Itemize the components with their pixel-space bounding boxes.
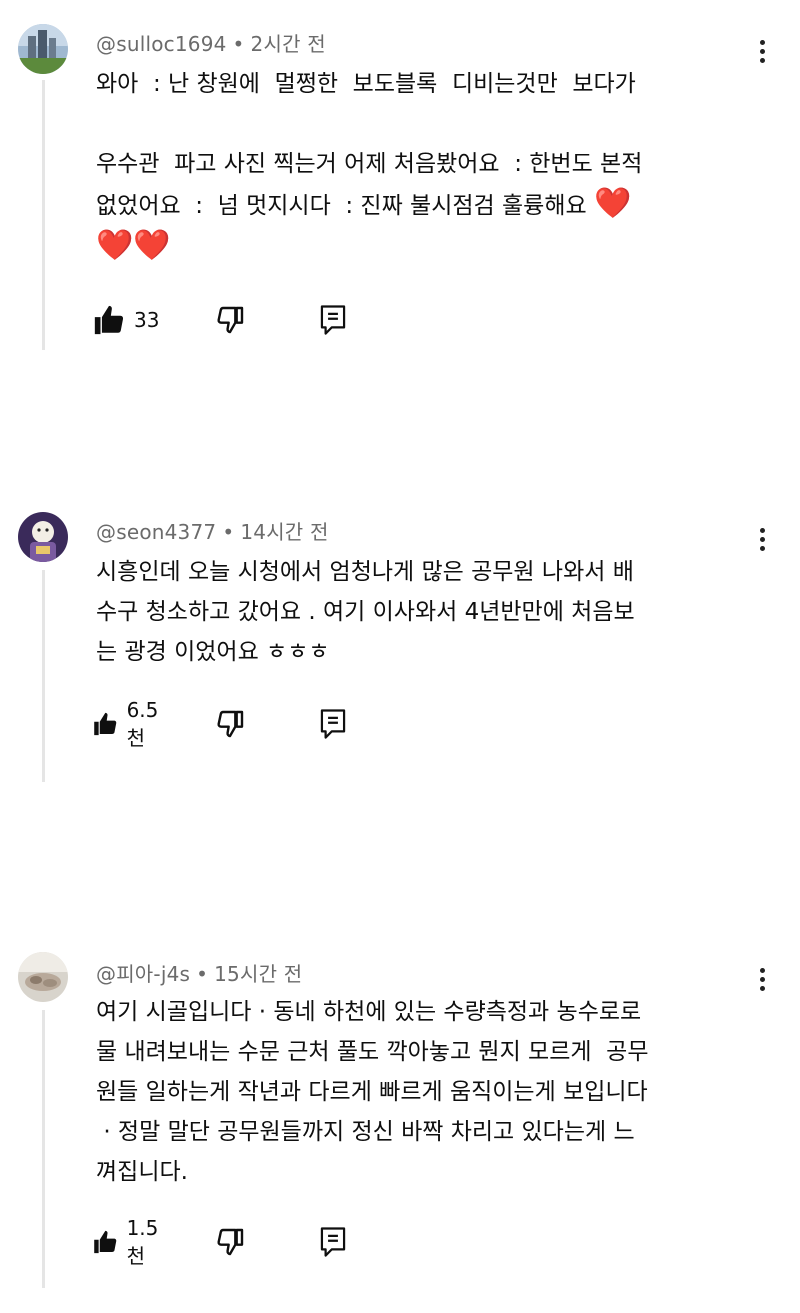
comment-text: 여기 시골입니다 · 동네 하천에 있는 수량측정과 농수로로물 내려보내는 수… bbox=[96, 992, 761, 1192]
timestamp[interactable]: 15시간 전 bbox=[214, 962, 302, 986]
comment-line: 는 광경 이었어요 ㅎㅎㅎ bbox=[96, 639, 330, 665]
reply-icon bbox=[320, 305, 346, 335]
comment-header: @피아-j4s • 15시간 전 bbox=[96, 958, 302, 987]
comment-line: 와아 : 난 창원에 멀쩡한 보도블록 디비는것만 보다가 bbox=[96, 71, 636, 97]
more-vertical-icon[interactable] bbox=[750, 962, 774, 996]
like-count: 33 bbox=[134, 308, 160, 332]
heart-emoji: ❤️❤️ bbox=[96, 228, 171, 263]
separator-dot: • bbox=[232, 32, 245, 56]
comment-2: @seon4377 • 14시간 전 시흥인데 오늘 시청에서 엄청나게 많은 공무… bbox=[0, 490, 800, 810]
reply-icon bbox=[320, 709, 346, 739]
username[interactable]: @sulloc1694 bbox=[96, 32, 227, 56]
dislike-button[interactable] bbox=[214, 300, 246, 340]
comment-line: 원들 일하는게 작년과 다르게 빠르게 움직이는게 보입니다 bbox=[96, 1079, 648, 1105]
like-button[interactable]: 6.5천 bbox=[92, 698, 166, 750]
dislike-button[interactable] bbox=[214, 704, 246, 744]
avatar[interactable] bbox=[18, 952, 68, 1002]
thread-line bbox=[42, 80, 45, 350]
avatar[interactable] bbox=[18, 24, 68, 74]
reply-icon bbox=[320, 1227, 346, 1257]
avatar[interactable] bbox=[18, 512, 68, 562]
comment-line bbox=[96, 104, 761, 144]
reply-button[interactable] bbox=[318, 704, 348, 744]
comment-line: 여기 시골입니다 · 동네 하천에 있는 수량측정과 농수로로 bbox=[96, 999, 642, 1025]
like-button[interactable]: 1.5천 bbox=[92, 1216, 166, 1268]
like-button[interactable]: 33 bbox=[92, 300, 159, 340]
reply-button[interactable] bbox=[318, 300, 348, 340]
comment-line: 우수관 파고 사진 찍는거 어제 처음봤어요 : 한번도 본적 bbox=[96, 151, 643, 177]
comment-text: 시흥인데 오늘 시청에서 엄청나게 많은 공무원 나와서 배수구 청소하고 갔어… bbox=[96, 552, 761, 672]
thumbs-up-icon bbox=[94, 712, 117, 736]
comment-text: 와아 : 난 창원에 멀쩡한 보도블록 디비는것만 보다가우수관 파고 사진 찍… bbox=[96, 64, 761, 268]
timestamp[interactable]: 2시간 전 bbox=[251, 32, 326, 56]
like-count: 6.5천 bbox=[126, 697, 159, 750]
comment-line: 없었어요 : 넘 멋지시다 : 진짜 불시점검 훌륭해요 ❤️ bbox=[96, 184, 761, 226]
heart-emoji: ❤️ bbox=[593, 186, 632, 221]
comment-line: ❤️❤️ bbox=[96, 226, 761, 268]
thread-line bbox=[42, 1010, 45, 1288]
more-vertical-icon[interactable] bbox=[750, 522, 774, 556]
comment-line-text: 없었어요 : 넘 멋지시다 : 진짜 불시점검 훌륭해요 bbox=[96, 193, 594, 219]
comment-line: 껴집니다. bbox=[96, 1159, 188, 1185]
comment-header: @seon4377 • 14시간 전 bbox=[96, 516, 329, 545]
comment-line: 시흥인데 오늘 시청에서 엄청나게 많은 공무원 나와서 배 bbox=[96, 559, 634, 585]
thumbs-down-icon bbox=[217, 1228, 244, 1256]
separator-dot: • bbox=[222, 520, 235, 544]
comment-line: · 정말 말단 공무원들까지 정신 바짝 차리고 있다는게 느 bbox=[96, 1119, 635, 1145]
separator-dot: • bbox=[196, 962, 209, 986]
thumbs-down-icon bbox=[217, 710, 244, 738]
thumbs-down-icon bbox=[217, 306, 244, 334]
timestamp[interactable]: 14시간 전 bbox=[240, 520, 328, 544]
more-vertical-icon[interactable] bbox=[750, 34, 774, 68]
comment-3: @피아-j4s • 15시간 전 여기 시골입니다 · 동네 하천에 있는 수량측정… bbox=[0, 930, 800, 1310]
comment-1: @sulloc1694 • 2시간 전 와아 : 난 창원에 멀쩡한 보도블록 디비… bbox=[0, 0, 800, 360]
thumbs-up-icon bbox=[94, 305, 124, 335]
username[interactable]: @피아-j4s bbox=[96, 962, 190, 986]
like-count: 1.5천 bbox=[126, 1215, 159, 1268]
dislike-button[interactable] bbox=[214, 1222, 246, 1262]
username[interactable]: @seon4377 bbox=[96, 520, 216, 544]
thread-line bbox=[42, 570, 45, 782]
comment-line: 물 내려보내는 수문 근처 풀도 깍아놓고 뭔지 모르게 공무 bbox=[96, 1039, 649, 1065]
reply-button[interactable] bbox=[318, 1222, 348, 1262]
comment-header: @sulloc1694 • 2시간 전 bbox=[96, 28, 326, 57]
thumbs-up-icon bbox=[94, 1230, 117, 1254]
comment-line: 수구 청소하고 갔어요 . 여기 이사와서 4년반만에 처음보 bbox=[96, 599, 635, 625]
